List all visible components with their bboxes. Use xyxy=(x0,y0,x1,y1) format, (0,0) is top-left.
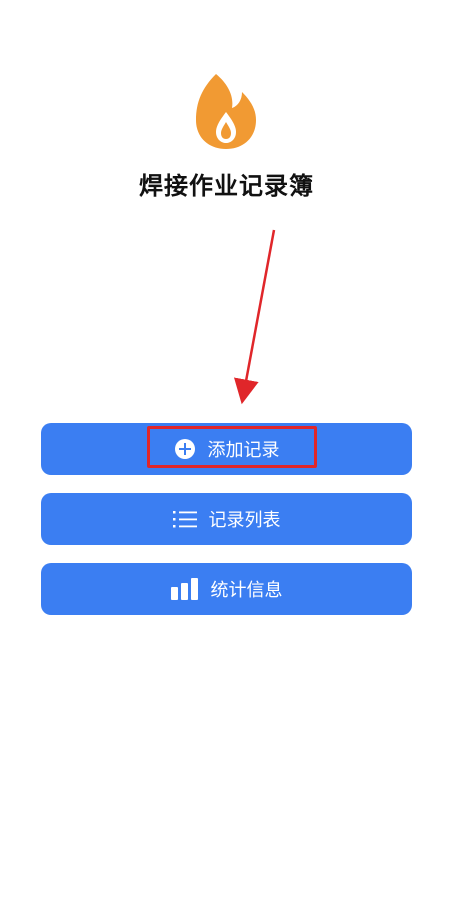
plus-circle-icon xyxy=(174,438,196,460)
statistics-button[interactable]: 统计信息 xyxy=(41,563,412,615)
record-list-label: 记录列表 xyxy=(208,510,281,531)
record-list-button[interactable]: 记录列表 xyxy=(41,493,412,545)
flame-icon xyxy=(196,74,256,149)
bar-chart-icon xyxy=(170,578,199,600)
statistics-label: 统计信息 xyxy=(210,580,283,601)
app-title: 焊接作业记录簿 xyxy=(139,172,314,200)
add-record-label: 添加记录 xyxy=(207,440,280,461)
list-icon xyxy=(172,509,197,529)
add-record-button[interactable]: 添加记录 xyxy=(41,423,412,475)
